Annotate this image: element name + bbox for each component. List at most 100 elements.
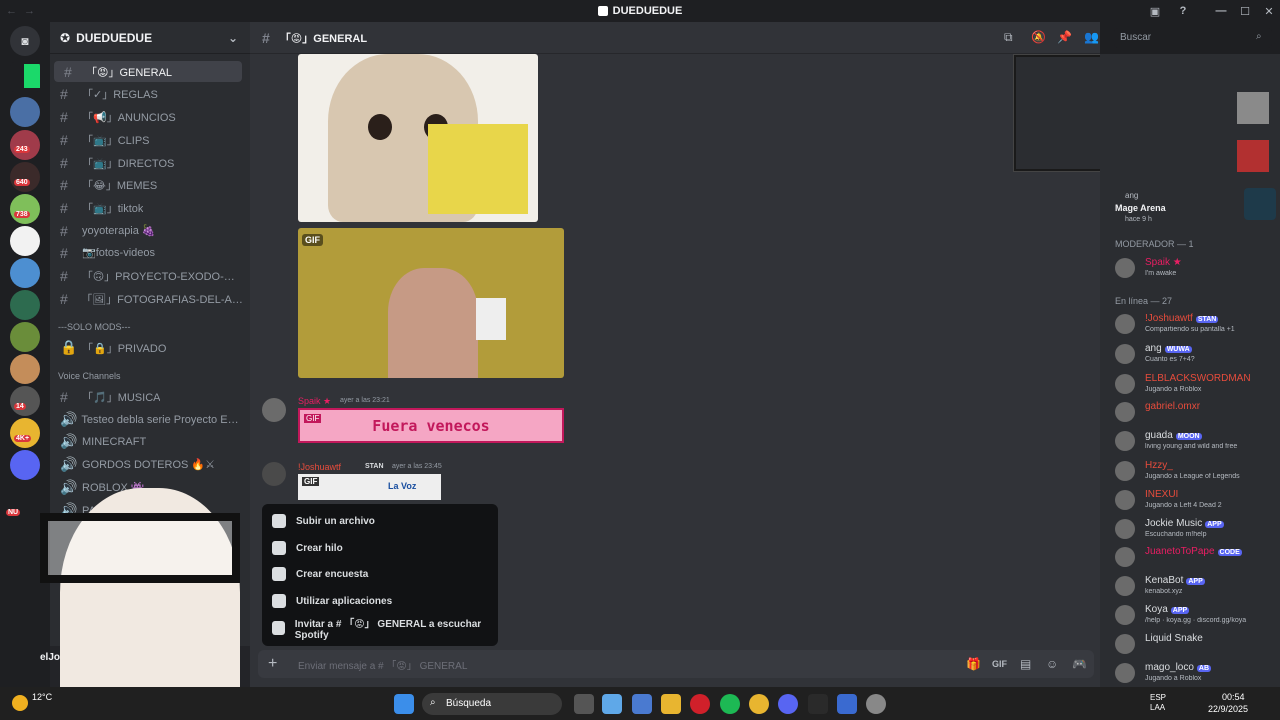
close-button[interactable]: ✕ — [1256, 0, 1280, 22]
clock-time[interactable]: 00:54 — [1222, 692, 1245, 702]
gif-icon[interactable]: GIF — [992, 659, 1007, 669]
banner-thumb — [1237, 92, 1269, 124]
member-item[interactable]: gabriel.omxr — [1115, 399, 1280, 427]
member-item[interactable]: JuanetoToPape CODE — [1115, 544, 1280, 572]
threads-icon[interactable]: ⧉ — [1004, 30, 1013, 45]
member-item[interactable]: ELBLACKSWORDMAN Jugando a Roblox — [1115, 371, 1280, 399]
taskbar-search[interactable]: ⌕ Búsqueda — [422, 693, 562, 715]
channel-item[interactable]: # 「😡」GENERAL — [54, 61, 242, 82]
server-icon[interactable] — [10, 354, 40, 384]
member-item[interactable]: guada MOON living young and wild and free — [1115, 428, 1280, 456]
member-item[interactable]: mago_loco AB Jugando a Roblox — [1115, 660, 1280, 688]
channel-item[interactable]: # 「📺」CLIPS — [50, 129, 244, 150]
spotify-icon[interactable] — [720, 694, 740, 714]
discord-server-icon[interactable] — [10, 450, 40, 480]
gift-icon[interactable]: 🎁 — [966, 657, 981, 671]
emoji-icon[interactable]: ☺ — [1046, 657, 1058, 671]
server-icon[interactable] — [10, 226, 40, 256]
apps-icon[interactable]: 🎮 — [1072, 657, 1087, 671]
gif-cat-image[interactable] — [298, 54, 538, 222]
maximize-button[interactable]: ☐ — [1232, 0, 1258, 22]
discord-icon[interactable] — [778, 694, 798, 714]
channel-item[interactable]: # 「😂」MEMES — [50, 174, 244, 195]
message-composer[interactable]: + Enviar mensaje a # 「😡」 GENERAL 🎁 GIF ▤… — [258, 650, 1094, 678]
channel-item[interactable]: # 「🙃」PROYECTO-EXODO-🙃… — [50, 265, 244, 286]
server-icon[interactable] — [10, 130, 40, 160]
member-item[interactable]: !Joshuawtf STAN Compartiendo su pantalla +… — [1115, 311, 1280, 339]
use-apps-item[interactable]: Utilizar aplicaciones — [272, 590, 392, 612]
sticker-icon[interactable]: ▤ — [1020, 657, 1031, 671]
invite-spotify-item[interactable]: Invitar a # 「😡」 GENERAL a escuchar Spoti… — [272, 617, 498, 641]
upload-file-item[interactable]: Subir un archivo — [272, 510, 375, 532]
member-item[interactable]: Liquid Snake — [1115, 631, 1280, 659]
server-icon[interactable] — [10, 290, 40, 320]
server-icon[interactable] — [10, 258, 40, 288]
start-button[interactable] — [394, 694, 414, 714]
member-item[interactable]: Spaik ★ I'm awake — [1115, 255, 1280, 283]
home-discord-icon[interactable]: ◙ — [10, 26, 40, 56]
create-poll-item[interactable]: Crear encuesta — [272, 563, 368, 585]
channel-item[interactable]: # 「📺」DIRECTOS — [50, 152, 244, 173]
app-icon[interactable] — [808, 694, 828, 714]
help-icon[interactable]: ? — [1170, 0, 1196, 22]
server-icon[interactable] — [10, 194, 40, 224]
channel-item[interactable]: # 「🖼」FOTOGRAFIAS-DEL-AB… — [50, 288, 244, 309]
gif-banner[interactable]: GIF Fuera venecos — [298, 408, 564, 443]
copilot-icon[interactable] — [602, 694, 622, 714]
chrome-icon[interactable] — [749, 694, 769, 714]
opera-icon[interactable] — [690, 694, 710, 714]
server-icon[interactable] — [10, 162, 40, 192]
avatar[interactable] — [262, 398, 286, 422]
message-author[interactable]: !Joshuawtf — [298, 462, 341, 472]
voice-channel-item[interactable]: 🔊 MINECRAFT — [50, 431, 244, 452]
voice-channel-item[interactable]: # 「🎵」MUSICA — [50, 386, 244, 407]
category-header[interactable]: Voice Channels — [58, 371, 121, 381]
search-input[interactable]: Buscar ⌕ — [1114, 28, 1272, 48]
message-author[interactable]: Spaik ★ — [298, 396, 331, 407]
voice-channel-item[interactable]: 🔊 Testeo debla serie Proyecto Exo... — [50, 409, 244, 430]
pin-icon[interactable]: 📌 — [1057, 30, 1072, 44]
member-list-icon[interactable]: 👥 — [1084, 30, 1099, 44]
language[interactable]: ESP — [1150, 693, 1166, 702]
member-item[interactable]: ang WUWA Cuanto es 7+4? — [1115, 341, 1280, 369]
category-header[interactable]: ---SOLO MODS--- — [58, 322, 131, 332]
voice-channel-item[interactable]: 🔊 GORDOS DOTEROS 🔥⚔ — [50, 454, 244, 475]
member-name-text: ELBLACKSWORDMAN — [1145, 373, 1251, 384]
member-item[interactable]: Hzzy_ Jugando a League of Legends — [1115, 458, 1280, 486]
minimize-button[interactable]: — — [1208, 0, 1234, 22]
app-icon[interactable] — [837, 694, 857, 714]
plus-icon[interactable]: + — [268, 655, 277, 673]
member-item[interactable]: KenaBot APP kenabot.xyz — [1115, 573, 1280, 601]
store-icon[interactable] — [632, 694, 652, 714]
weather-icon[interactable] — [12, 695, 28, 711]
server-icon[interactable] — [10, 418, 40, 448]
activity-card[interactable]: ang Mage Arena hace 9 h — [1106, 184, 1276, 228]
channel-item[interactable]: # 「✓」REGLAS — [50, 83, 244, 104]
hash-icon: # — [60, 108, 68, 125]
server-icon[interactable] — [10, 386, 40, 416]
member-item[interactable]: Koya APP/help · koya.gg · discord.gg/koya — [1115, 602, 1280, 630]
member-item[interactable]: INEXUI Jugando a Left 4 Dead 2 — [1115, 487, 1280, 515]
inbox-icon[interactable]: ▣ — [1142, 0, 1168, 22]
avatar[interactable] — [262, 462, 286, 486]
notifications-icon[interactable]: 🔕 — [1031, 30, 1046, 44]
member-item[interactable]: Jockie Music APP Escuchando m!help — [1115, 516, 1280, 544]
app-icon[interactable] — [866, 694, 886, 714]
channel-item[interactable]: 🔒 「🔒」PRIVADO — [50, 337, 244, 358]
channel-item[interactable]: # 「📢」ANUNCIOS — [50, 106, 244, 127]
channel-item[interactable]: # yoyoterapia 🍇 — [50, 220, 244, 241]
channel-label: yoyoterapia 🍇 — [82, 225, 156, 237]
server-icon[interactable] — [10, 322, 40, 352]
server-icon[interactable] — [10, 62, 40, 92]
forward-icon[interactable]: → — [24, 5, 35, 17]
back-icon[interactable]: ← — [6, 5, 17, 17]
gif-room-image[interactable]: GIF — [298, 228, 564, 378]
server-icon[interactable] — [10, 97, 40, 127]
channel-item[interactable]: # 「📺」tiktok — [50, 197, 244, 218]
server-header[interactable]: ✪ DUEDUEDUE ⌄ — [50, 22, 250, 54]
create-thread-item[interactable]: Crear hilo — [272, 537, 343, 559]
task-view-icon[interactable] — [574, 694, 594, 714]
channel-item[interactable]: # 📷fotos-videos — [50, 242, 244, 263]
gif-preview[interactable]: GIF La Voz — [298, 474, 441, 500]
file-explorer-icon[interactable] — [661, 694, 681, 714]
